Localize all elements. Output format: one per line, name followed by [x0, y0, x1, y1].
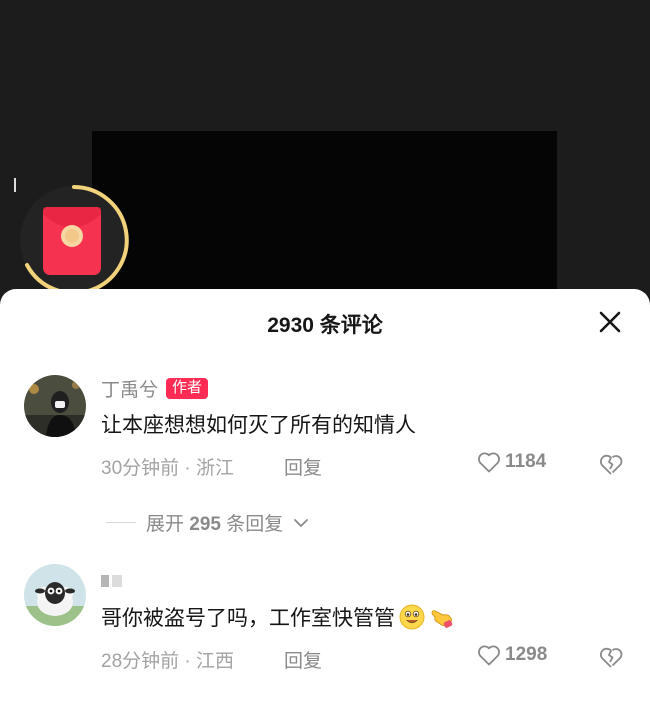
dislike-button[interactable]: [598, 452, 624, 478]
username[interactable]: [101, 575, 122, 587]
pointing-hand-emoji: [429, 604, 455, 630]
grinning-face-emoji: [399, 604, 425, 630]
reply-button[interactable]: 回复: [284, 646, 322, 673]
heart-icon: [478, 645, 500, 666]
comment-text: 让本座想想如何灭了所有的知情人: [101, 414, 416, 437]
comment-sheet: 2930 条评论 丁禹兮 作者 让本座想想如何灭了所有的知情人 30分钟前 · …: [0, 289, 650, 707]
broken-heart-icon: [600, 454, 623, 475]
close-button[interactable]: [598, 310, 622, 334]
like-count: 1298: [505, 644, 548, 665]
close-icon: [599, 311, 621, 333]
dislike-button[interactable]: [598, 645, 624, 671]
avatar[interactable]: [24, 375, 86, 437]
red-envelope-widget[interactable]: [17, 183, 131, 297]
video-frame[interactable]: [92, 131, 557, 301]
expand-replies-button[interactable]: 展开 295 条回复: [106, 509, 309, 536]
comment-count-title: 2930 条评论: [267, 314, 383, 337]
avatar[interactable]: [24, 564, 86, 626]
chevron-down-icon: [294, 518, 309, 527]
broken-heart-icon: [600, 647, 623, 668]
comment-header: [101, 568, 122, 594]
comment-meta: 30分钟前 · 浙江: [101, 458, 235, 479]
like-button[interactable]: 1298: [477, 644, 547, 666]
red-envelope-icon: [20, 185, 129, 295]
comment-item: 哥你被盗号了吗，工作室快管管 28分钟前 · 江西 回复 1298: [0, 564, 650, 707]
like-count: 1184: [505, 451, 547, 472]
reply-button[interactable]: 回复: [284, 453, 322, 480]
heart-icon: [478, 452, 500, 473]
comment-header: 丁禹兮 作者: [101, 375, 209, 402]
author-badge: 作者: [166, 377, 209, 399]
comment-text: 哥你被盗号了吗，工作室快管管: [101, 602, 455, 632]
username[interactable]: 丁禹兮: [101, 375, 158, 402]
progress-tick: [14, 178, 16, 192]
expand-label: 展开 295 条回复: [146, 514, 284, 535]
divider: [106, 522, 136, 523]
like-button[interactable]: 1184: [477, 451, 546, 473]
comment-item: 丁禹兮 作者 让本座想想如何灭了所有的知情人 30分钟前 · 浙江 回复 118…: [0, 375, 650, 535]
video-player-screen: 2930 条评论 丁禹兮 作者 让本座想想如何灭了所有的知情人 30分钟前 · …: [0, 0, 650, 707]
comment-meta: 28分钟前 · 江西: [101, 651, 235, 672]
